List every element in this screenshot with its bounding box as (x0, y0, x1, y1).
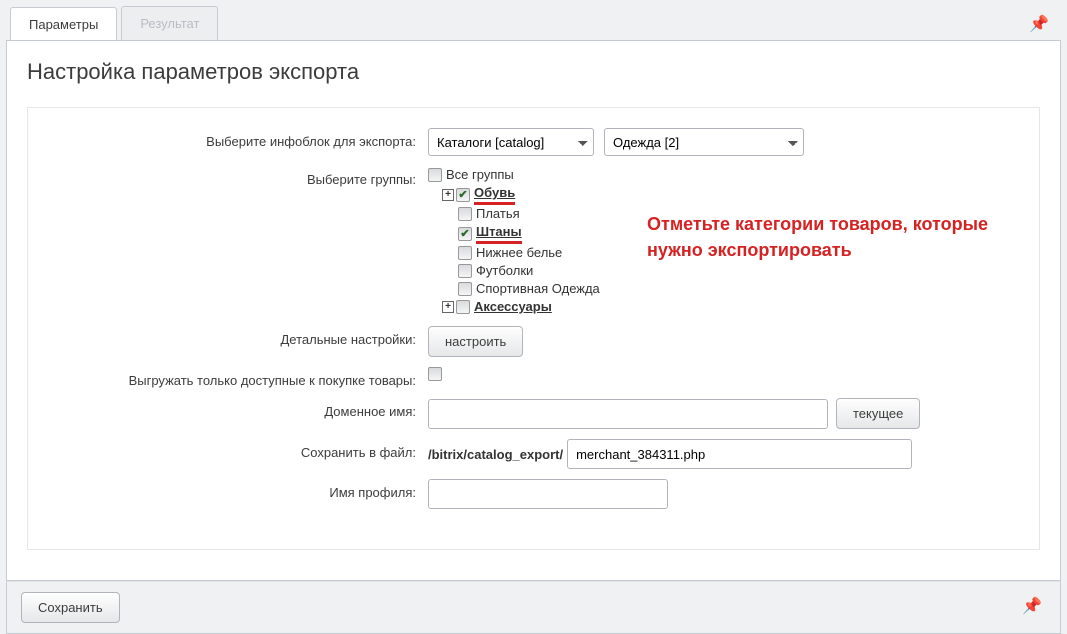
pin-icon[interactable]: 📌 (1029, 14, 1049, 34)
row-iblock: Выберите инфоблок для экспорта: Каталоги… (48, 128, 1019, 156)
panel-title: Настройка параметров экспорта (27, 59, 1040, 85)
tree-all-groups: Все группы (428, 166, 600, 184)
annotation-text: Отметьте категории товаров, которые нужн… (647, 211, 997, 263)
tree-row-1: Платья (442, 205, 600, 223)
tree-row-4: Футболки (442, 262, 600, 280)
profile-input[interactable] (428, 479, 668, 509)
row-available: Выгружать только доступные к покупке тов… (48, 367, 1019, 388)
checkbox-item-1[interactable] (458, 207, 472, 221)
file-input[interactable] (567, 439, 912, 469)
checkbox-item-4[interactable] (458, 264, 472, 278)
checkbox-item-5[interactable] (458, 282, 472, 296)
tree-row-2: Штаны (442, 223, 600, 244)
tab-bar: Параметры Результат 📌 (0, 0, 1067, 40)
row-profile: Имя профиля: (48, 479, 1019, 509)
current-button[interactable]: текущее (836, 398, 920, 429)
select-catalog[interactable]: Каталоги [catalog] (428, 128, 594, 156)
label-domain: Доменное имя: (48, 398, 428, 419)
tree-label-4: Футболки (476, 262, 533, 280)
tree-row-5: Спортивная Одежда (442, 280, 600, 298)
tree-label-1: Платья (476, 205, 520, 223)
path-prefix: /bitrix/catalog_export/ (428, 447, 563, 462)
row-domain: Доменное имя: текущее (48, 398, 1019, 429)
checkbox-item-0[interactable] (456, 188, 470, 202)
tree-label-0: Обувь (474, 185, 515, 200)
save-button[interactable]: Сохранить (21, 592, 120, 623)
label-available: Выгружать только доступные к покупке тов… (48, 367, 428, 388)
tree-label-6: Аксессуары (474, 298, 552, 316)
select-item[interactable]: Одежда [2] (604, 128, 804, 156)
label-groups: Выберите группы: (48, 166, 428, 187)
tree-label-all: Все группы (446, 166, 514, 184)
main-panel: Настройка параметров экспорта Выберите и… (6, 40, 1061, 581)
label-profile: Имя профиля: (48, 479, 428, 500)
row-save-to: Сохранить в файл: /bitrix/catalog_export… (48, 439, 1019, 469)
tree-label-3: Нижнее белье (476, 244, 562, 262)
checkbox-item-2[interactable] (458, 227, 472, 241)
expand-icon[interactable]: + (442, 189, 454, 201)
tab-result[interactable]: Результат (121, 6, 218, 40)
tab-params[interactable]: Параметры (10, 7, 117, 41)
checkbox-all[interactable] (428, 168, 442, 182)
checkbox-available-only[interactable] (428, 367, 442, 381)
checkbox-item-6[interactable] (456, 300, 470, 314)
tree-label-2: Штаны (476, 224, 522, 239)
checkbox-item-3[interactable] (458, 246, 472, 260)
bottom-bar: Сохранить 📌 (6, 581, 1061, 634)
tree-row-6: + Аксессуары (442, 298, 600, 316)
expand-icon[interactable]: + (442, 301, 454, 313)
tree-label-5: Спортивная Одежда (476, 280, 600, 298)
pin-icon[interactable]: 📌 (1022, 596, 1042, 616)
tree-row-0: + Обувь (442, 184, 600, 205)
label-save-to: Сохранить в файл: (48, 439, 428, 460)
group-tree: Все группы + Обувь Платья (428, 166, 600, 316)
domain-input[interactable] (428, 399, 828, 429)
label-details: Детальные настройки: (48, 326, 428, 347)
configure-button[interactable]: настроить (428, 326, 523, 357)
label-iblock: Выберите инфоблок для экспорта: (48, 128, 428, 149)
form-panel: Выберите инфоблок для экспорта: Каталоги… (27, 107, 1040, 550)
tree-row-3: Нижнее белье (442, 244, 600, 262)
row-details: Детальные настройки: настроить (48, 326, 1019, 357)
